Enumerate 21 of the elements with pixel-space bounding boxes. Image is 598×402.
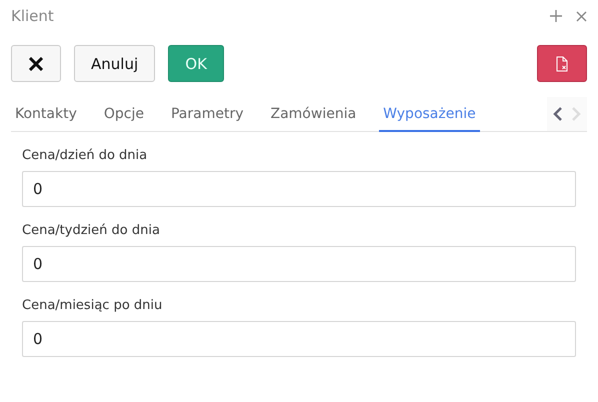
input-field[interactable]: 0 [22, 321, 576, 357]
chevron-left-icon[interactable] [553, 107, 563, 121]
file-delete-icon [556, 56, 568, 72]
input-field[interactable]: 0 [22, 246, 576, 282]
ok-button[interactable]: OK [168, 45, 224, 82]
tab[interactable]: Wyposażenie [379, 97, 480, 132]
close-icon [29, 56, 43, 70]
close-button[interactable] [11, 45, 61, 82]
field-label: Cena/tydzień do dnia [22, 223, 160, 238]
field-label: Cena/dzień do dnia [22, 148, 148, 163]
cancel-button[interactable]: Anuluj [74, 45, 156, 82]
tab[interactable]: Zamówienia [266, 97, 360, 132]
field-label: Cena/miesiąc po dniu [22, 298, 162, 313]
delete-button[interactable] [537, 45, 587, 82]
tab[interactable]: Kontakty [11, 97, 81, 132]
tab[interactable]: Parametry [166, 97, 248, 132]
window-title: Klient [11, 7, 55, 25]
close-icon[interactable] [576, 10, 587, 22]
plus-icon[interactable] [550, 10, 562, 22]
tab[interactable]: Opcje [100, 97, 148, 132]
input-field[interactable]: 0 [22, 171, 576, 207]
